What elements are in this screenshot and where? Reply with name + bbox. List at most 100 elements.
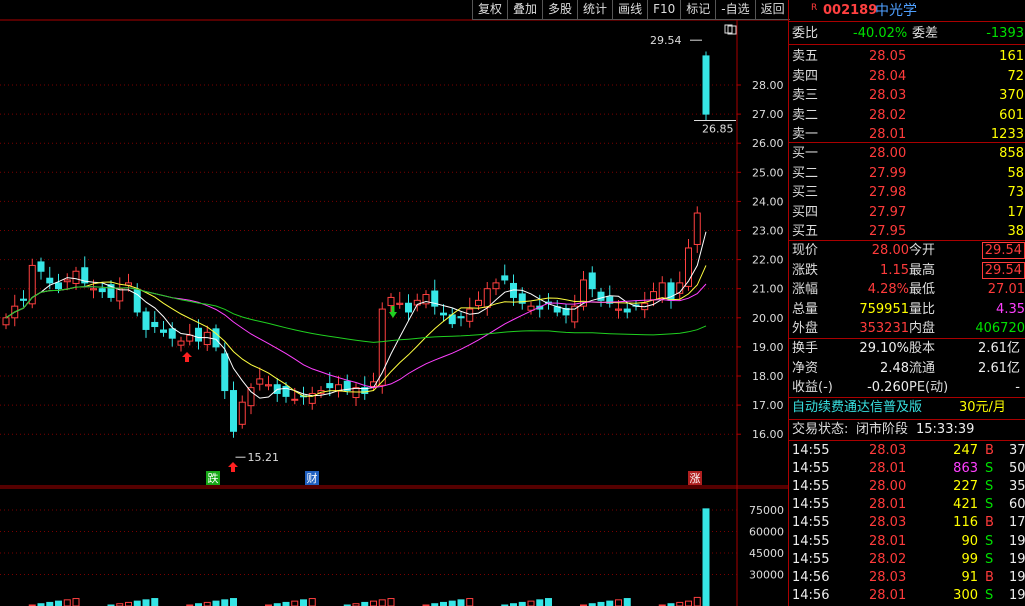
sell-level-price: 28.05 [869, 49, 907, 64]
status-time: 15:33:39 [916, 422, 975, 437]
volume-bar [457, 599, 465, 606]
tick-time: 14:55 [792, 533, 830, 549]
buy-level-label: 买四 [792, 204, 819, 220]
buy-level-price: 27.97 [869, 204, 907, 220]
price-tick-label: 27.00 [752, 108, 784, 121]
volume-bar [221, 599, 229, 606]
tick-volume: 90 [961, 533, 978, 549]
sell-level: 卖三 28.03 370 [789, 86, 1025, 105]
sell-level-volume: 370 [999, 88, 1024, 103]
volume-bar [448, 600, 456, 606]
tick-price: 28.01 [869, 587, 907, 603]
toolbar-button-8[interactable]: 返回 [754, 0, 790, 20]
ad-text: 自动续费通达信普及版 [792, 400, 923, 415]
toolbar-button-2[interactable]: 多股 [542, 0, 578, 20]
tick-side: S [985, 497, 994, 513]
tick-volume: 227 [953, 479, 978, 495]
candles [2, 51, 710, 606]
buy-level-label: 买三 [792, 185, 819, 200]
fund-label: 净资 [792, 360, 819, 376]
toolbar-button-5[interactable]: F10 [647, 0, 681, 20]
volume-tick-label: 45000 [749, 547, 784, 560]
volume-bar [291, 600, 299, 606]
volume-bar [545, 598, 552, 606]
stat-label: 涨幅 [792, 282, 819, 297]
volume-bar [685, 600, 692, 606]
candle-body [221, 353, 229, 392]
stat-label: 涨跌 [792, 262, 819, 278]
volume-bar [72, 598, 80, 606]
ad-banner[interactable]: 自动续费通达信普及版 30元/月 [789, 398, 1025, 417]
volume-bar [361, 601, 369, 606]
sell-level-label: 卖三 [792, 88, 819, 103]
tick-row: 14:55 28.00 227 S 35 [789, 477, 1025, 496]
candle-body [195, 327, 202, 342]
panel-divider [789, 21, 1025, 22]
volume-bar [142, 599, 150, 606]
fund-value: 29.10% [859, 341, 909, 356]
candle-body [483, 288, 491, 308]
toolbar-button-0[interactable]: 复权 [472, 0, 508, 20]
high-price-label: 29.54 [650, 34, 682, 47]
candle-body [571, 305, 579, 323]
buy-level-volume: 17 [1007, 204, 1024, 220]
candle-body [238, 401, 246, 425]
toolbar-button-7[interactable]: -自选 [715, 0, 755, 20]
volume-tick-label: 75000 [749, 504, 784, 517]
tick-count: 19 [1009, 533, 1025, 549]
candle-body [291, 398, 299, 401]
stat-value: 27.01 [987, 282, 1025, 297]
event-label: 涨 [690, 472, 701, 485]
tick-count: 35 [1009, 479, 1025, 495]
price-grid: 28.00 27.00 26.00 25.00 24.00 23.00 22.00 21.00… [0, 79, 784, 441]
buy-level-price: 27.99 [869, 165, 907, 181]
weibi-label: 委比 [792, 26, 819, 41]
stat-label: 最高 [909, 262, 936, 278]
tick-volume: 91 [961, 569, 978, 585]
fund-value: -0.260 [867, 380, 909, 395]
tick-count: 17 [1009, 515, 1025, 531]
candle-body [501, 275, 509, 281]
toolbar-button-3[interactable]: 统计 [577, 0, 613, 20]
stat-label: 总量 [792, 301, 819, 317]
candle-body [702, 55, 710, 115]
fundamental-row: 收益(-) -0.260 PE(动) - [789, 378, 1025, 397]
quote-stat-row: 涨幅 4.28% 最低 27.01 [789, 280, 1025, 299]
stat-value: 29.54 [981, 242, 1025, 259]
volume-bar [466, 598, 474, 606]
volume-bar [63, 599, 71, 606]
buy-level-price: 27.98 [869, 185, 907, 200]
stat-value: 406720 [975, 321, 1025, 336]
volume-bar [212, 600, 220, 606]
kline-chart-area[interactable]: 28.00 27.00 26.00 25.00 24.00 23.00 22.00 21.00… [0, 0, 788, 606]
candle-body [90, 288, 97, 291]
volume-bar [702, 508, 710, 606]
tick-side: S [985, 551, 994, 567]
candle-body [142, 311, 150, 330]
tick-price: 28.01 [869, 461, 907, 477]
kline-chart[interactable]: 28.00 27.00 26.00 25.00 24.00 23.00 22.00 21.00… [0, 0, 788, 606]
toolbar-button-1[interactable]: 叠加 [507, 0, 543, 20]
weicha-value: -1393 [986, 26, 1024, 41]
tick-volume: 99 [961, 551, 978, 567]
volume-bar [623, 598, 631, 606]
price-tick-label: 19.00 [752, 341, 784, 354]
price-tick-label: 21.00 [752, 283, 784, 296]
weibi-value: -40.02% [853, 26, 908, 41]
volume-bar [300, 599, 307, 606]
fundamental-row: 换手 29.10% 股本 2.61亿 [789, 339, 1025, 358]
stat-label: 量比 [909, 301, 936, 317]
fund-value: 2.48 [880, 360, 909, 376]
candle-body [2, 317, 10, 326]
candle-body [116, 288, 124, 302]
tick-time: 14:56 [792, 569, 830, 585]
toolbar-button-6[interactable]: 标记 [680, 0, 716, 20]
candle-body [46, 277, 54, 284]
sell-level-volume: 161 [999, 49, 1024, 64]
stat-value: 28.00 [871, 243, 909, 258]
sell-level: 卖五 28.05 161 [789, 47, 1025, 66]
toolbar-button-4[interactable]: 画线 [612, 0, 648, 20]
tick-time: 14:55 [792, 443, 830, 458]
volume-bar [440, 601, 447, 606]
volume-bar [518, 601, 526, 606]
